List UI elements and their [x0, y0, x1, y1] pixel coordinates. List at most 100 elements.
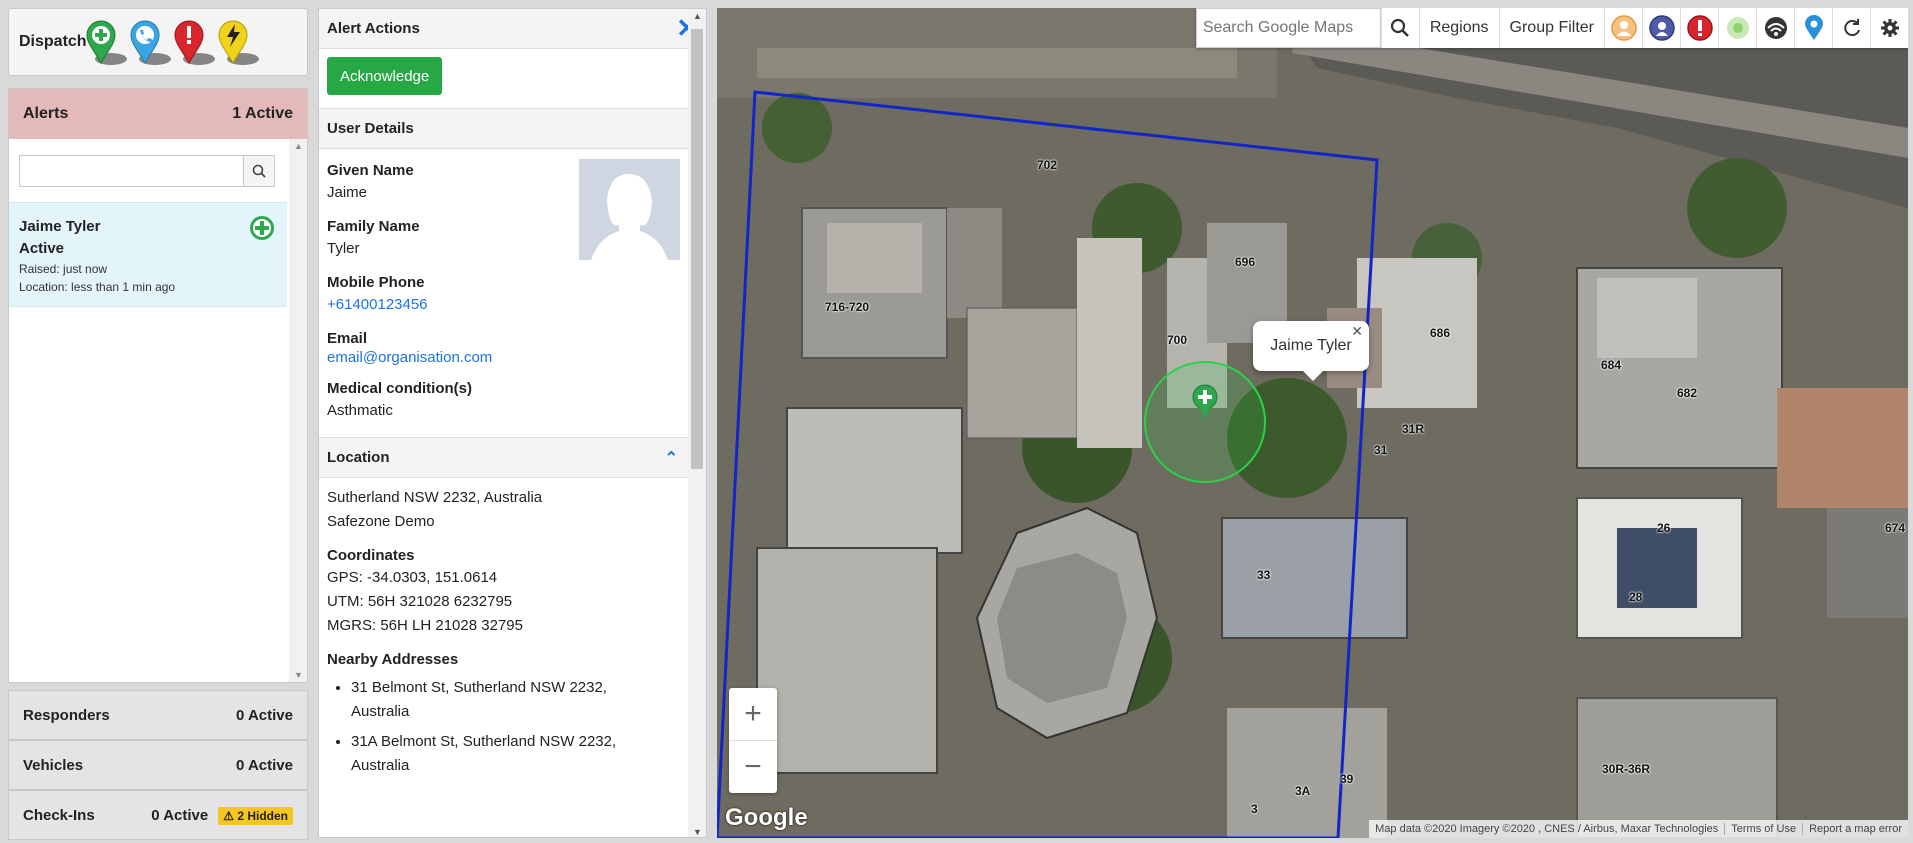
building-label: 700 [1167, 333, 1188, 347]
terms-link[interactable]: Terms of Use [1724, 823, 1802, 835]
building-label: 28 [1629, 590, 1643, 604]
alert-details-panel: Alert Actions ✕ Acknowledge User Details… [318, 8, 707, 838]
alert-search [19, 155, 275, 187]
search-icon [1391, 18, 1410, 37]
building-label: 39 [1340, 772, 1354, 786]
acknowledge-button[interactable]: Acknowledge [327, 57, 443, 95]
hidden-badge[interactable]: ⚠ 2 Hidden [218, 806, 293, 825]
mobile-label: Mobile Phone [327, 274, 425, 291]
medical-dispatch-icon[interactable] [83, 19, 129, 67]
group-filter-button[interactable]: Group Filter [1498, 8, 1604, 48]
vehicles-summary[interactable]: Vehicles 0 Active [8, 740, 308, 790]
responders-summary[interactable]: Responders 0 Active [8, 690, 308, 740]
map-toolbar: Regions Group Filter [1195, 8, 1908, 48]
nearby-address-item: 31A Belmont St, Sutherland NSW 2232, Aus… [351, 730, 666, 778]
coordinates-field: Coordinates GPS: -34.0303, 151.0614 UTM:… [319, 546, 706, 638]
nearby-field: Nearby Addresses [319, 650, 706, 670]
alert-dispatch-icon[interactable] [171, 19, 217, 67]
scroll-up-icon[interactable]: ▲ [693, 11, 702, 21]
location-address-line1: Sutherland NSW 2232, Australia [327, 489, 543, 506]
coordinates-label: Coordinates [327, 547, 415, 564]
geofence-filter-icon[interactable] [1718, 8, 1756, 48]
mobile-link[interactable]: +61400123456 [327, 296, 428, 313]
utm-value: UTM: 56H 321028 6232795 [327, 593, 513, 610]
report-error-link[interactable]: Report a map error [1802, 823, 1908, 835]
building-label: 26 [1657, 521, 1671, 535]
alert-search-input[interactable] [19, 155, 243, 187]
building-label: 30R-36R [1602, 762, 1651, 776]
phone-dispatch-icon[interactable] [127, 19, 173, 67]
building-label: 696 [1235, 255, 1256, 269]
gps-value: GPS: -34.0303, 151.0614 [327, 569, 498, 586]
email-label: Email [327, 330, 368, 347]
regions-button[interactable]: Regions [1418, 8, 1499, 48]
dispatch-panel: Dispatch [8, 8, 308, 76]
vehicles-count: 0 Active [236, 756, 293, 774]
alerts-title: Alerts [23, 105, 69, 122]
attribution-text: Map data ©2020 Imagery ©2020 , CNES / Ai… [1375, 823, 1719, 835]
satellite-imagery [717, 8, 1908, 838]
user-details-title: User Details [327, 120, 414, 137]
avatar [579, 159, 680, 260]
checkins-label: Check-Ins [23, 806, 95, 824]
zoom-in-button[interactable]: + [729, 688, 777, 740]
hidden-badge-text: 2 Hidden [237, 808, 288, 823]
popup-name: Jaime Tyler [1270, 337, 1352, 354]
responders-label: Responders [23, 706, 110, 724]
building-label: 702 [1037, 158, 1058, 172]
medical-value: Asthmatic [327, 402, 393, 419]
alert-actions-header: Alert Actions ✕ [319, 9, 706, 49]
alert-filter-icon[interactable] [1680, 8, 1718, 48]
acknowledge-row: Acknowledge [319, 49, 706, 109]
user-details-header: User Details [319, 109, 706, 149]
close-icon[interactable]: ✕ [1351, 323, 1363, 340]
checkins-count: 0 Active [151, 806, 209, 824]
mobile-field: Mobile Phone +61400123456 [319, 273, 706, 317]
location-address: Sutherland NSW 2232, Australia Safezone … [319, 478, 706, 534]
scroll-down-icon[interactable]: ▼ [693, 827, 702, 837]
email-field: Email email@organisation.com [319, 329, 706, 367]
scrollbar-thumb[interactable] [691, 29, 703, 469]
alerts-panel: Alerts 1 Active Jaime Tyler Active Raise… [8, 88, 308, 683]
alert-raised: Raised: just now [19, 262, 108, 276]
lightning-dispatch-icon[interactable] [215, 19, 261, 67]
google-logo: Google [725, 804, 808, 831]
zoom-control: + − [729, 688, 777, 793]
alert-list-item[interactable]: Jaime Tyler Active Raised: just now Loca… [9, 202, 287, 307]
details-scrollbar[interactable]: ▲ ▼ [688, 9, 706, 837]
alert-search-button[interactable] [243, 155, 275, 187]
responders-count: 0 Active [236, 706, 293, 724]
location-pin-icon[interactable] [1794, 8, 1832, 48]
building-label: 686 [1430, 326, 1451, 340]
nearby-address-item: 31 Belmont St, Sutherland NSW 2232, Aust… [351, 676, 666, 724]
building-label: 674 [1885, 521, 1906, 535]
satellite-toggle-icon[interactable] [1756, 8, 1794, 48]
medical-label: Medical condition(s) [327, 380, 473, 397]
dispatch-title: Dispatch [19, 33, 87, 50]
zoom-out-button[interactable]: − [729, 741, 777, 793]
scroll-down-icon[interactable]: ▼ [294, 670, 303, 680]
location-header[interactable]: Location ⌃ [319, 438, 706, 478]
alert-location-time: Location: less than 1 min ago [19, 280, 176, 294]
alerts-scrollbar[interactable]: ▲ ▼ [289, 139, 307, 682]
map-search-input[interactable] [1195, 8, 1381, 48]
chevron-up-icon[interactable]: ⌃ [665, 448, 678, 468]
guard-filter-icon[interactable] [1642, 8, 1680, 48]
alerts-count: 1 Active [232, 105, 293, 122]
left-sidebar: Dispatch Alerts 1 Active Jaime Tyler Act… [8, 8, 308, 840]
building-label: 716-720 [825, 300, 870, 314]
mgrs-value: MGRS: 56H LH 21028 32795 [327, 617, 523, 634]
alert-user-name: Jaime Tyler [19, 218, 101, 235]
refresh-icon[interactable] [1832, 8, 1870, 48]
alerts-header[interactable]: Alerts 1 Active [9, 89, 307, 139]
checkins-summary[interactable]: Check-Ins 0 Active ⚠ 2 Hidden [8, 790, 308, 840]
map-search-button[interactable] [1380, 8, 1419, 48]
email-link[interactable]: email@organisation.com [327, 349, 492, 366]
map-view[interactable]: 702 696 686 716-720 700 684 682 31R 31 2… [717, 8, 1908, 838]
scroll-up-icon[interactable]: ▲ [294, 141, 303, 151]
responder-filter-icon[interactable] [1604, 8, 1642, 48]
building-label: 684 [1601, 358, 1622, 372]
alert-actions-title: Alert Actions [327, 20, 420, 37]
settings-icon[interactable] [1870, 8, 1908, 48]
map-info-popup[interactable]: Jaime Tyler ✕ [1253, 321, 1369, 381]
